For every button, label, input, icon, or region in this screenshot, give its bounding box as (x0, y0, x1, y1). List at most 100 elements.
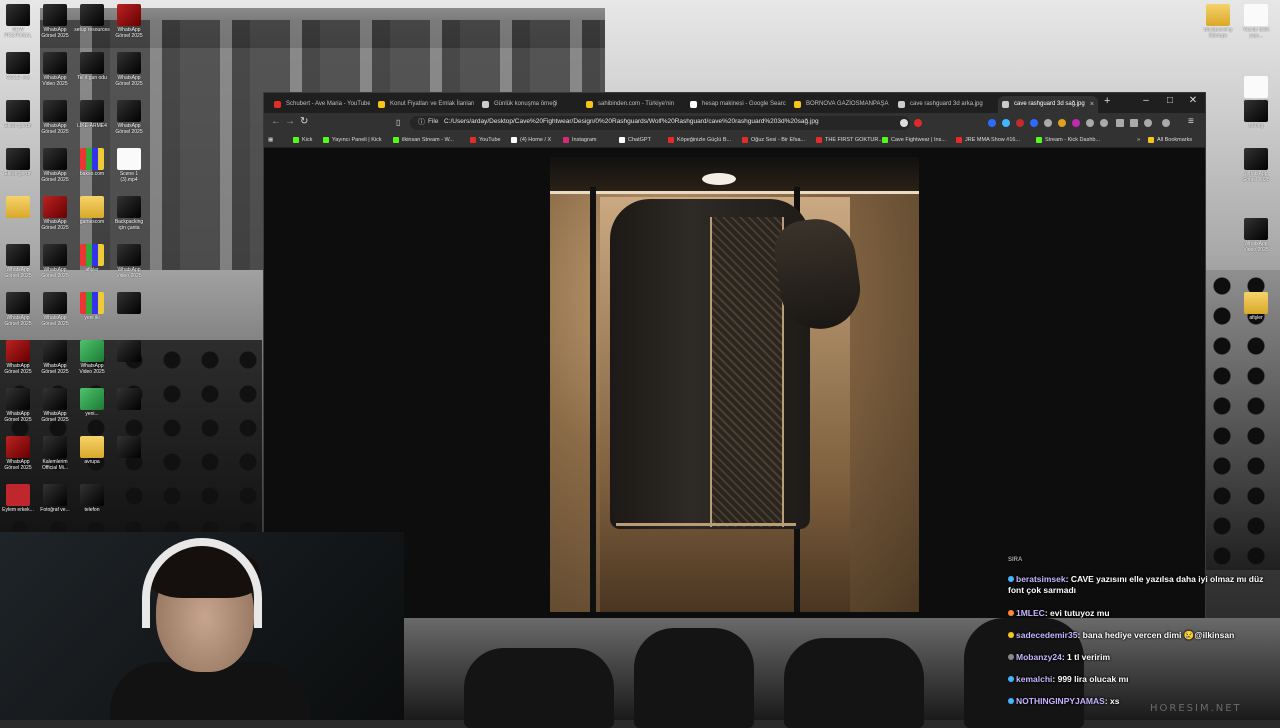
bookmark-item[interactable]: JRE MMA Show #16... (956, 133, 1020, 147)
desktop-icon[interactable]: WhatsApp Görsel 2025 (0, 292, 36, 338)
desktop-icon[interactable]: WhatsApp Görsel 2025 (37, 100, 73, 146)
desktop-icon[interactable] (0, 196, 36, 242)
desktop-icon[interactable]: LIKE-ARME4 (74, 100, 110, 146)
chat-username[interactable]: Mobanzy24 (1016, 652, 1062, 662)
tab-1[interactable]: Konut Fiyatları ve Emlak İlanları (374, 96, 474, 113)
desktop-icon[interactable]: WhatsApp Video 2025 (1238, 218, 1274, 264)
desktop-icon[interactable]: bakso.com (74, 148, 110, 194)
bookmark-item[interactable]: ilkinsan Stream - W... (393, 133, 454, 147)
shield-icon[interactable] (900, 119, 908, 127)
desktop-icon[interactable]: WhatsApp Video 2025 (74, 340, 110, 386)
desktop-icon[interactable]: Ekran görün (0, 148, 36, 194)
desktop-icon[interactable]: yeni... (74, 388, 110, 434)
chat-username[interactable]: 1MLEC (1016, 608, 1045, 618)
desktop-icon[interactable]: WhatsApp Görsel 2025 (0, 436, 36, 482)
extension-icon[interactable] (1072, 119, 1080, 127)
desktop-icon[interactable]: WhatsApp Görsel 2025 (37, 340, 73, 386)
profile-icon[interactable] (1162, 119, 1170, 127)
desktop-icon[interactable]: NEW PROPOSAL (0, 4, 36, 50)
desktop-icon[interactable]: WhatsApp Görsel 2025 (37, 4, 73, 50)
desktop-icon[interactable]: Yazılar dilek yapı... (1238, 4, 1274, 50)
reload-icon[interactable]: ↻ (300, 116, 308, 127)
desktop-icon[interactable]: WhatsApp Görsel 2025 (37, 388, 73, 434)
bookmark-item[interactable]: Oğuz Sesi - Bir Efsa... (742, 133, 805, 147)
desktop-icon[interactable]: Eylem erkek... (0, 484, 36, 530)
bookmark-item[interactable]: YouTube (470, 133, 501, 147)
desktop-icon[interactable]: Bering (1238, 100, 1274, 146)
extension-icon[interactable] (1058, 119, 1066, 127)
desktop-icon[interactable]: gamescom (74, 196, 110, 242)
extension-icon[interactable] (1086, 119, 1094, 127)
bookmark-item[interactable]: Instagram (563, 133, 596, 147)
tab-4[interactable]: hesap makinesi - Google Search (686, 96, 786, 113)
desktop-icon[interactable] (111, 436, 147, 482)
all-bookmarks-button[interactable]: All Bookmarks (1148, 133, 1192, 147)
bookmark-item[interactable]: (4) Home / X (511, 133, 551, 147)
desktop-icon[interactable]: yeni iki (74, 292, 110, 338)
bookmark-item[interactable]: Köpeğinizle Güçlü B... (668, 133, 731, 147)
desktop-icon[interactable]: WhatsApp Görsel 2025 (111, 4, 147, 50)
desktop-icon[interactable]: WhatsApp Görsel 2025 (111, 52, 147, 98)
apps-grid-icon[interactable]: ▦ (268, 133, 273, 147)
back-arrow-icon[interactable]: ← (271, 116, 281, 127)
extension-icon[interactable] (1002, 119, 1010, 127)
desktop-icon[interactable] (111, 292, 147, 338)
desktop-icon[interactable]: Backpacking için çanta (111, 196, 147, 242)
desktop-icon[interactable]: WhatsApp Görsel 2025 (0, 340, 36, 386)
bookmarks-overflow-icon[interactable]: » (1128, 133, 1140, 147)
tab-3[interactable]: sahibinden.com - Türkiye'nin (582, 96, 682, 113)
download-icon[interactable] (1130, 119, 1138, 127)
address-bar[interactable]: ⓘ File C:/Users/arday/Desktop/Cave%20Fig… (410, 116, 910, 130)
desktop-icon[interactable]: GÖZE ves (0, 52, 36, 98)
tab-2[interactable]: Günlük konuşma örneği (478, 96, 578, 113)
desktop-icon[interactable]: Scene 1 (3).mp4 (111, 148, 147, 194)
desktop-icon[interactable]: Fotoğraf ve... (37, 484, 73, 530)
extension-icon[interactable] (988, 119, 996, 127)
desktop-icon[interactable]: avrupa (74, 436, 110, 482)
desktop-icon[interactable]: Tel it gun odu (74, 52, 110, 98)
desktop-icon[interactable] (111, 388, 147, 434)
desktop-icon[interactable]: setup resources (74, 4, 110, 50)
bookmark-item[interactable]: ChatGPT (619, 133, 651, 147)
warning-icon[interactable] (914, 119, 922, 127)
desktop-icon[interactable]: afişler (74, 244, 110, 290)
new-tab-button[interactable]: + (1104, 95, 1110, 107)
info-icon[interactable]: ⓘ (418, 117, 425, 127)
desktop-icon[interactable]: WhatsApp Video 2025 (111, 244, 147, 290)
chat-username[interactable]: sadecedemir35 (1016, 630, 1077, 640)
bookmark-item[interactable]: Cave Fightwear | Ins... (882, 133, 946, 147)
desktop-icon[interactable] (111, 340, 147, 386)
desktop-icon[interactable]: Kalemlerim Official Mi... (37, 436, 73, 482)
desktop-icon[interactable]: telefon (74, 484, 110, 530)
chat-username[interactable]: beratsimsek (1016, 574, 1066, 584)
desktop-icon[interactable]: WhatsApp Görsel 2025 (37, 244, 73, 290)
tab-5[interactable]: BORNOVA GAZİOSMANPAŞA (790, 96, 890, 113)
desktop-icon[interactable]: WhatsApp Görsel 2025 (37, 196, 73, 242)
desktop-icon[interactable]: WhatsApp Video 2025 (37, 52, 73, 98)
tab-0[interactable]: Schubert - Ave Maria - YouTube (270, 96, 370, 113)
menu-icon[interactable]: ≡ (1188, 116, 1194, 127)
minimize-button[interactable]: – (1136, 95, 1156, 106)
desktop-icon[interactable]: WhatsApp Görsel 2025 (1238, 148, 1274, 194)
bookmark-item[interactable]: Yayıncı Paneli | Kick (323, 133, 382, 147)
extensions-puzzle-icon[interactable] (1100, 119, 1108, 127)
extension-icon[interactable] (1030, 119, 1038, 127)
desktop-icon[interactable]: WhatsApp Görsel 2025 (0, 388, 36, 434)
forward-arrow-icon[interactable]: → (285, 116, 295, 127)
close-window-button[interactable]: ✕ (1183, 95, 1203, 106)
desktop-icon[interactable]: WhatsApp Görsel 2025 (111, 100, 147, 146)
tab-close-icon[interactable]: × (1090, 96, 1094, 113)
side-panel-icon[interactable] (1116, 119, 1124, 127)
url-text[interactable]: C:/Users/arday/Desktop/Cave%20Fightwear/… (444, 118, 819, 125)
bookmark-item[interactable]: THE FIRST GOKTUR... (816, 133, 883, 147)
extension-icon[interactable] (1016, 119, 1024, 127)
extension-icon[interactable] (1044, 119, 1052, 127)
desktop-icon[interactable]: Ekran görün (0, 100, 36, 146)
bookmark-item[interactable]: Kick (293, 133, 312, 147)
bookmark-icon[interactable]: ▯ (396, 118, 400, 127)
tab-7[interactable]: cave rashguard 3d sağ.jpg × (998, 96, 1098, 113)
desktop-icon[interactable]: WhatsApp Görsel 2025 (37, 292, 73, 338)
desktop-icon[interactable]: afişler (1238, 292, 1274, 338)
settings-icon[interactable] (1144, 119, 1152, 127)
desktop-icon[interactable]: WhatsApp Görsel 2025 (37, 148, 73, 194)
